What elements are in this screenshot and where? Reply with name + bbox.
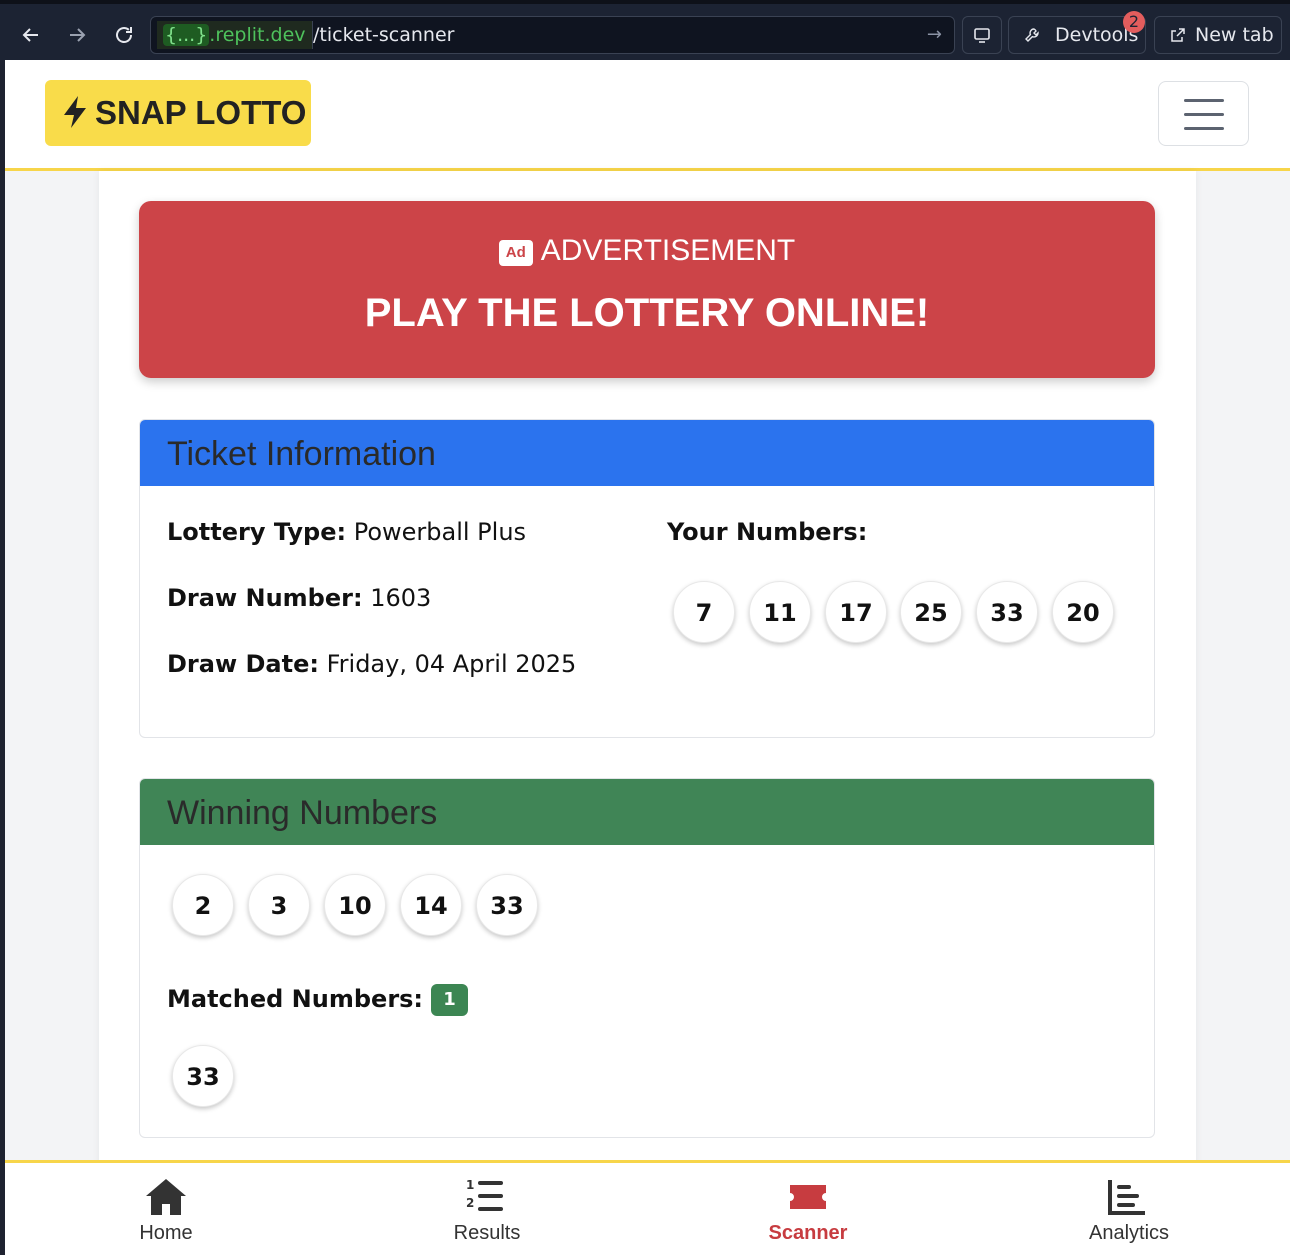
ad-header: Ad ADVERTISEMENT bbox=[139, 231, 1155, 271]
top-navbar: SNAP LOTTO bbox=[5, 60, 1290, 171]
address-bar[interactable]: {...} .replit.dev /ticket-scanner → bbox=[150, 16, 955, 54]
matched-number-ball: 33 bbox=[172, 1045, 234, 1107]
draw-number-value: 1603 bbox=[370, 584, 432, 612]
winning-number-ball: 14 bbox=[400, 874, 462, 936]
ad-label: ADVERTISEMENT bbox=[540, 234, 796, 267]
svg-text:2: 2 bbox=[466, 1196, 474, 1210]
nav-home[interactable]: Home bbox=[66, 1163, 266, 1255]
draw-date-label: Draw Date: bbox=[167, 650, 319, 678]
devtools-button[interactable]: Devtools 2 bbox=[1008, 11, 1146, 54]
ad-title: PLAY THE LOTTERY ONLINE! bbox=[364, 291, 930, 335]
draw-date-row: Draw Date: Friday, 04 April 2025 bbox=[167, 650, 576, 678]
matched-numbers-row: Matched Numbers: 1 bbox=[167, 984, 469, 1016]
brand-name: SNAP LOTTO bbox=[95, 94, 307, 131]
back-icon[interactable] bbox=[14, 18, 48, 52]
winning-number-ball: 3 bbox=[248, 874, 310, 936]
your-number-ball: 17 bbox=[825, 581, 887, 643]
hamburger-line bbox=[1184, 99, 1224, 102]
url-host: {...} .replit.dev bbox=[157, 21, 313, 49]
matched-count-badge: 1 bbox=[431, 984, 469, 1016]
browser-toolbar: {...} .replit.dev /ticket-scanner → Devto… bbox=[0, 0, 1290, 60]
home-icon bbox=[146, 1179, 186, 1215]
lottery-type-label: Lottery Type: bbox=[167, 518, 347, 546]
nav-scanner[interactable]: Scanner bbox=[708, 1163, 908, 1255]
reload-icon[interactable] bbox=[107, 18, 141, 52]
winning-numbers-heading: Winning Numbers bbox=[140, 779, 1154, 845]
nav-analytics[interactable]: Analytics bbox=[1029, 1163, 1229, 1255]
forward-icon[interactable] bbox=[60, 18, 94, 52]
lottery-type-value: Powerball Plus bbox=[353, 518, 527, 546]
winning-number-ball: 2 bbox=[172, 874, 234, 936]
menu-toggle-button[interactable] bbox=[1158, 81, 1249, 146]
your-number-ball: 33 bbox=[976, 581, 1038, 643]
winning-numbers-card: Winning Numbers 2 3 10 14 33 Matched Num… bbox=[139, 778, 1155, 1138]
url-host-domain: .replit.dev bbox=[209, 24, 306, 46]
nav-analytics-label: Analytics bbox=[1088, 1222, 1170, 1244]
nav-results[interactable]: 1 2 Results bbox=[387, 1163, 587, 1255]
advertisement-banner[interactable]: Ad ADVERTISEMENT PLAY THE LOTTERY ONLINE! bbox=[139, 201, 1155, 378]
app-page: SNAP LOTTO Ad ADVERTISEMENT PLAY THE LOTT… bbox=[5, 60, 1290, 1255]
bolt-icon bbox=[64, 96, 86, 128]
nav-home-label: Home bbox=[139, 1222, 193, 1244]
your-number-ball: 25 bbox=[900, 581, 962, 643]
chart-icon bbox=[1108, 1180, 1145, 1215]
your-numbers-label: Your Numbers: bbox=[667, 518, 868, 546]
draw-number-label: Draw Number: bbox=[167, 584, 363, 612]
ticket-info-heading: Ticket Information bbox=[140, 420, 1154, 486]
nav-results-label: Results bbox=[453, 1222, 521, 1244]
ticket-info-card: Ticket Information Lottery Type: Powerba… bbox=[139, 419, 1155, 738]
matched-numbers-label: Matched Numbers: bbox=[167, 985, 424, 1013]
new-tab-label: New tab bbox=[1195, 24, 1274, 46]
ticket-icon bbox=[790, 1185, 826, 1209]
your-number-ball: 7 bbox=[673, 581, 735, 643]
winning-number-ball: 10 bbox=[324, 874, 386, 936]
url-path: /ticket-scanner bbox=[313, 24, 455, 46]
wrench-icon bbox=[1025, 28, 1039, 42]
your-number-ball: 20 bbox=[1052, 581, 1114, 643]
bottom-navigation: Home 1 2 Results Scanner Analytics bbox=[5, 1160, 1290, 1255]
main-content: Ad ADVERTISEMENT PLAY THE LOTTERY ONLINE!… bbox=[99, 171, 1196, 1171]
devtools-badge: 2 bbox=[1123, 11, 1145, 33]
url-host-brace: {...} bbox=[163, 24, 210, 46]
your-number-ball: 11 bbox=[749, 581, 811, 643]
go-arrow-icon[interactable]: → bbox=[927, 17, 942, 53]
hamburger-line bbox=[1184, 127, 1224, 130]
list-ol-icon: 1 2 bbox=[466, 1178, 503, 1211]
winning-number-ball: 33 bbox=[476, 874, 538, 936]
svg-text:1: 1 bbox=[466, 1178, 474, 1192]
lottery-type-row: Lottery Type: Powerball Plus bbox=[167, 518, 526, 546]
hamburger-line bbox=[1184, 113, 1224, 116]
draw-number-row: Draw Number: 1603 bbox=[167, 584, 431, 612]
ad-icon: Ad bbox=[498, 240, 533, 266]
screen-icon[interactable] bbox=[962, 16, 1002, 54]
external-link-icon bbox=[1171, 28, 1185, 42]
nav-scanner-label: Scanner bbox=[768, 1222, 848, 1244]
new-tab-button[interactable]: New tab bbox=[1154, 16, 1282, 54]
draw-date-value: Friday, 04 April 2025 bbox=[326, 650, 577, 678]
brand-logo[interactable]: SNAP LOTTO bbox=[45, 80, 311, 146]
